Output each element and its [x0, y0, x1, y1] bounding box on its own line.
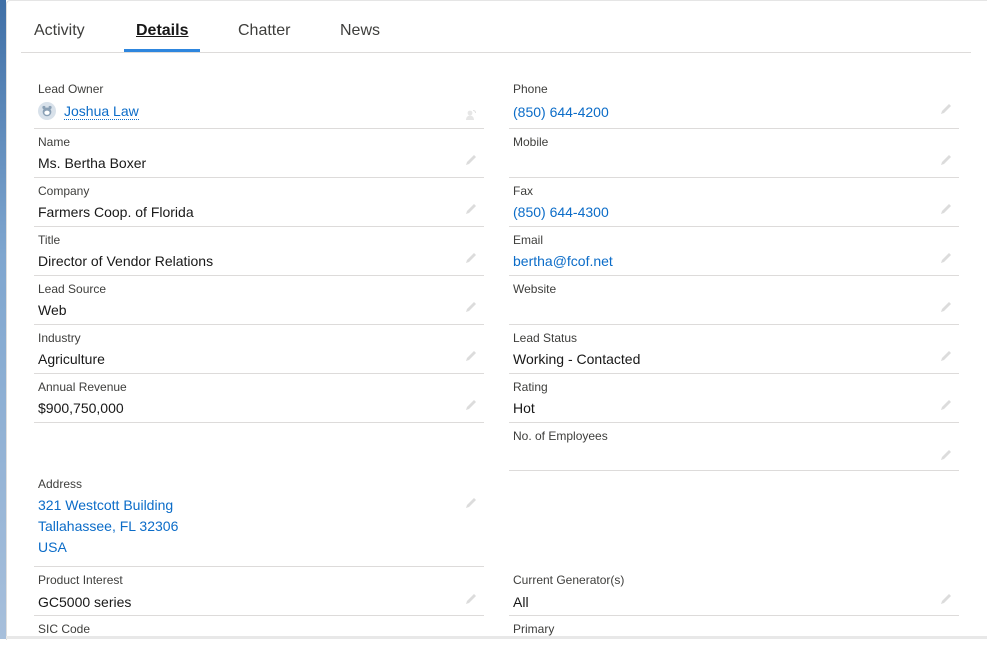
field-label: Address [38, 477, 83, 491]
field-label: Product Interest [38, 573, 123, 587]
pencil-icon[interactable] [464, 153, 478, 167]
field-value: Hot [513, 400, 535, 416]
field-label: Lead Status [513, 331, 578, 345]
record-tabs: Activity Details Chatter News [21, 14, 971, 53]
field-label: Current Generator(s) [513, 573, 625, 587]
pencil-icon[interactable] [939, 102, 953, 116]
field-label: Fax [513, 184, 534, 198]
field-current-generators: Current Generator(s) All [509, 567, 959, 616]
field-label: Website [513, 282, 557, 296]
field-value: $900,750,000 [38, 400, 124, 416]
field-product-interest: Product Interest GC5000 series [34, 567, 484, 616]
fax-link[interactable]: (850) 644-4300 [513, 204, 609, 220]
address-line-2: Tallahassee, FL 32306 [38, 518, 179, 534]
phone-link[interactable]: (850) 644-4200 [513, 104, 609, 120]
pencil-icon[interactable] [939, 251, 953, 265]
field-label: No. of Employees [513, 429, 608, 443]
field-mobile: Mobile [509, 129, 959, 178]
field-label: Title [38, 233, 61, 247]
field-name: Name Ms. Bertha Boxer [34, 129, 484, 178]
field-label: Annual Revenue [38, 380, 127, 394]
address-line-3: USA [38, 539, 67, 555]
field-label: Phone [513, 82, 548, 96]
field-label: Rating [513, 380, 548, 394]
field-email: Email bertha@fcof.net [509, 227, 959, 276]
field-value: Agriculture [38, 351, 105, 367]
field-value: Working - Contacted [513, 351, 641, 367]
field-label: Email [513, 233, 544, 247]
field-annual-revenue: Annual Revenue $900,750,000 [34, 374, 484, 423]
field-value: Farmers Coop. of Florida [38, 204, 194, 220]
tab-chatter[interactable]: Chatter [238, 22, 290, 51]
pencil-icon[interactable] [939, 153, 953, 167]
pencil-icon[interactable] [464, 300, 478, 314]
field-value: All [513, 594, 529, 610]
field-phone: Phone (850) 644-4200 [509, 76, 959, 129]
pencil-icon[interactable] [939, 349, 953, 363]
lead-owner-link[interactable]: Joshua Law [64, 103, 139, 120]
field-label: Lead Owner [38, 82, 104, 96]
field-label: SIC Code [38, 622, 91, 636]
pencil-icon[interactable] [464, 592, 478, 606]
address-link[interactable]: 321 Westcott Building Tallahassee, FL 32… [38, 495, 178, 558]
pencil-icon[interactable] [939, 592, 953, 606]
field-lead-source: Lead Source Web [34, 276, 484, 325]
pencil-icon[interactable] [939, 202, 953, 216]
pencil-icon[interactable] [464, 496, 478, 510]
pencil-icon[interactable] [464, 202, 478, 216]
field-label: Company [38, 184, 90, 198]
pencil-icon[interactable] [464, 398, 478, 412]
tab-details[interactable]: Details [123, 22, 202, 52]
field-value: Ms. Bertha Boxer [38, 155, 147, 171]
field-lead-status: Lead Status Working - Contacted [509, 325, 959, 374]
address-line-1: 321 Westcott Building [38, 497, 174, 513]
pencil-icon[interactable] [939, 300, 953, 314]
field-label: Primary [513, 622, 555, 636]
field-address: Address 321 Westcott Building Tallahasse… [34, 471, 484, 567]
field-lead-owner: Lead Owner Joshua Law [34, 76, 484, 129]
tab-news[interactable]: News [340, 22, 380, 51]
field-title: Title Director of Vendor Relations [34, 227, 484, 276]
change-owner-icon[interactable] [464, 108, 478, 122]
pencil-icon[interactable] [464, 251, 478, 265]
tab-activity[interactable]: Activity [34, 22, 85, 51]
field-value: GC5000 series [38, 594, 132, 610]
field-label: Name [38, 135, 71, 149]
field-industry: Industry Agriculture [34, 325, 484, 374]
user-avatar-icon [38, 102, 56, 120]
field-company: Company Farmers Coop. of Florida [34, 178, 484, 227]
pencil-icon[interactable] [939, 398, 953, 412]
field-no-of-employees: No. of Employees [509, 423, 959, 471]
field-fax: Fax (850) 644-4300 [509, 178, 959, 227]
pencil-icon[interactable] [939, 448, 953, 462]
field-label: Mobile [513, 135, 549, 149]
field-rating: Rating Hot [509, 374, 959, 423]
email-link[interactable]: bertha@fcof.net [513, 253, 613, 269]
field-label: Industry [38, 331, 81, 345]
pencil-icon[interactable] [464, 349, 478, 363]
field-value: Web [38, 302, 67, 318]
field-label: Lead Source [38, 282, 107, 296]
field-value: Director of Vendor Relations [38, 253, 214, 269]
field-website: Website [509, 276, 959, 325]
